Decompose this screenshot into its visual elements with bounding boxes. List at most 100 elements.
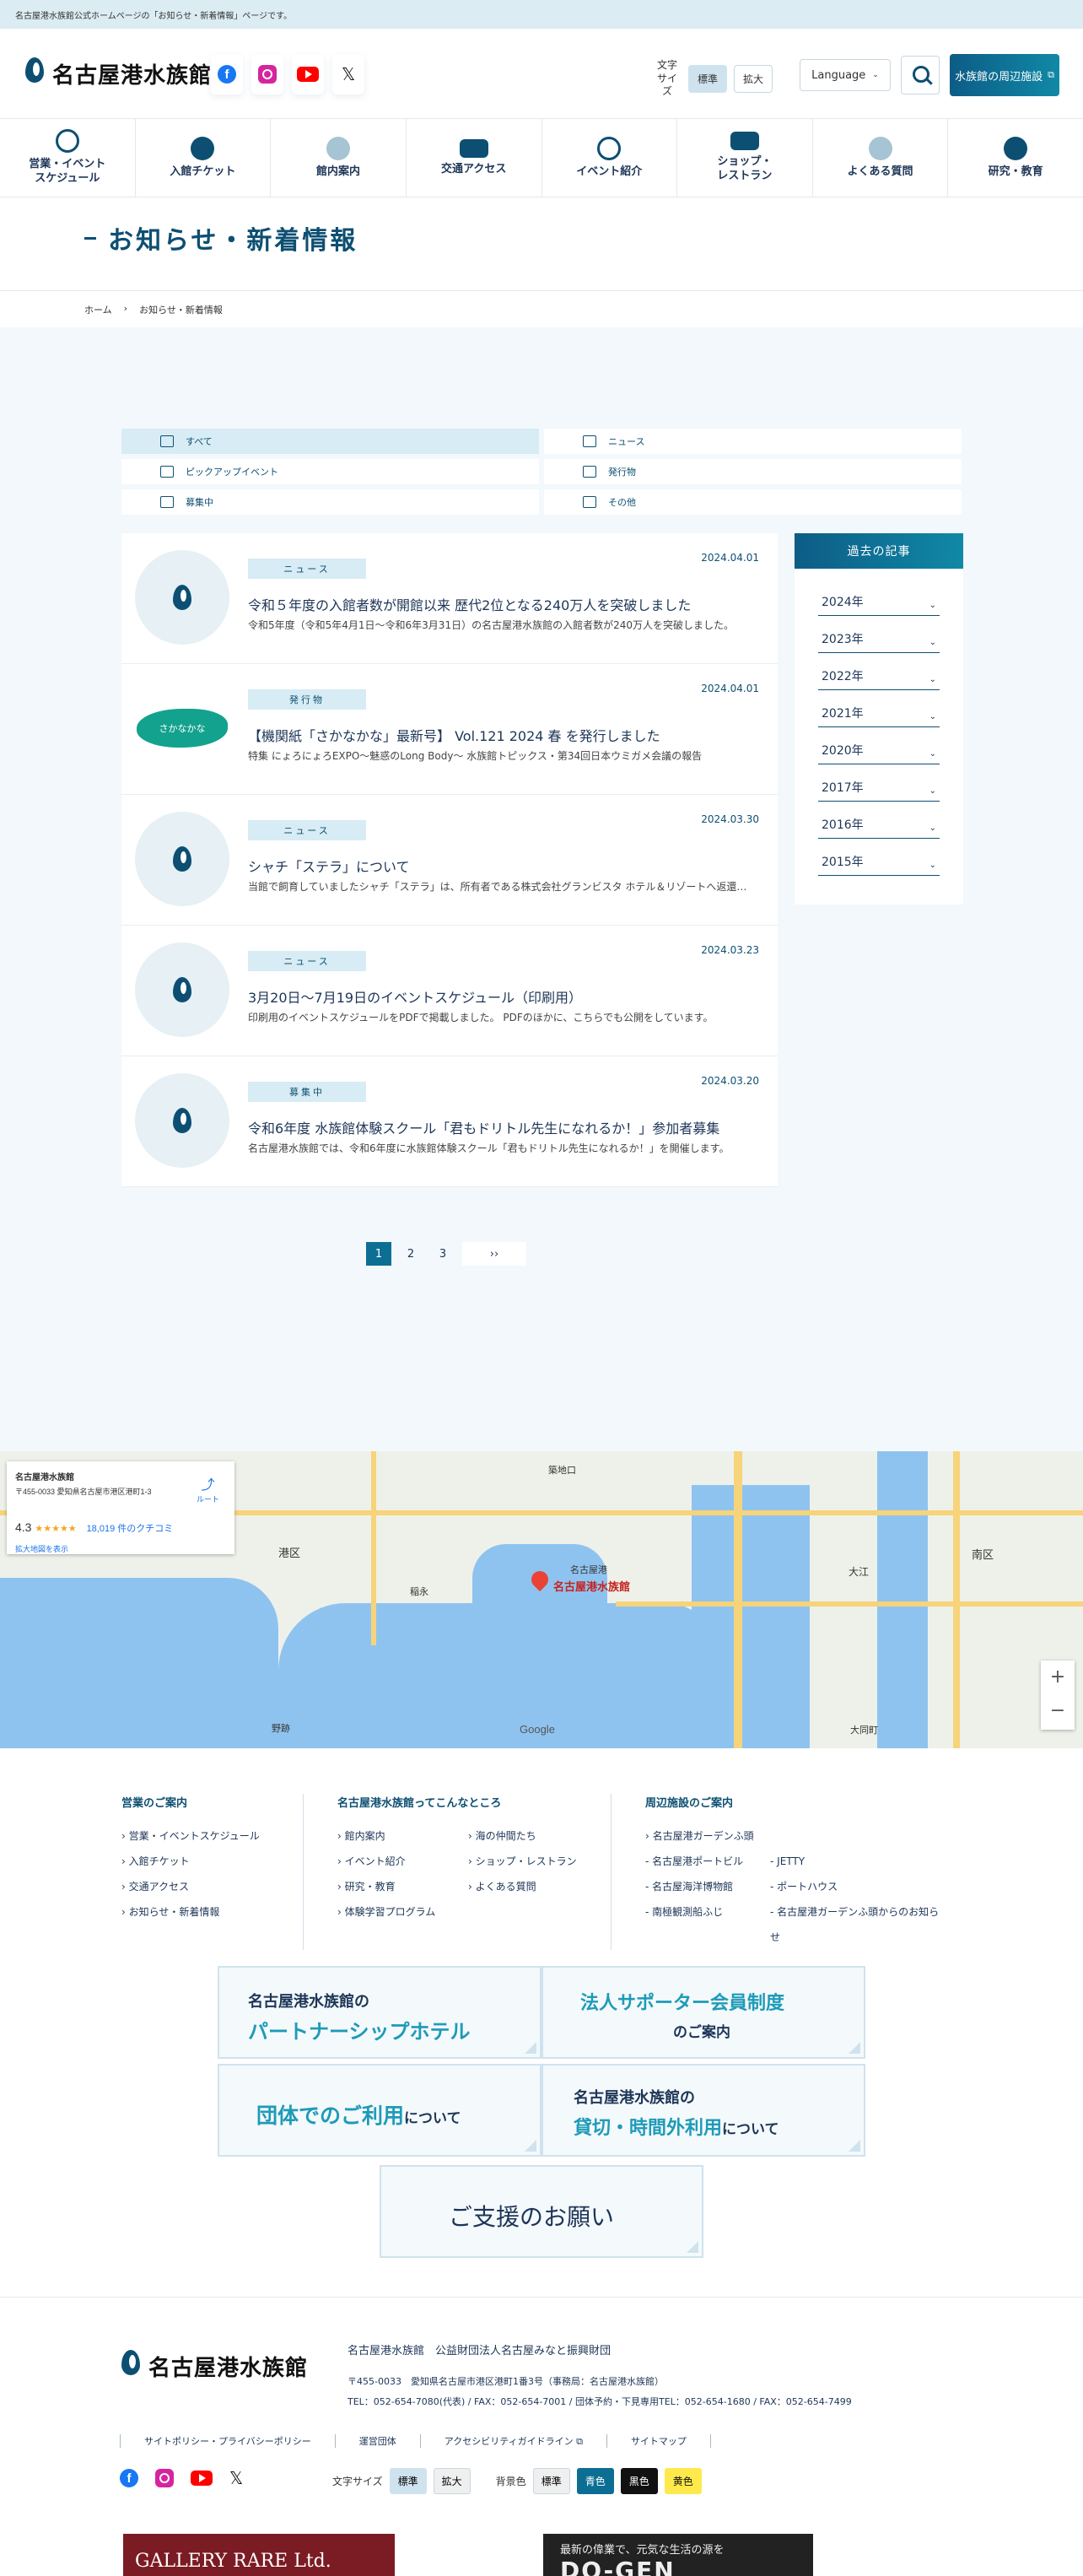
nav-item-access[interactable]: 交通アクセス bbox=[407, 119, 542, 197]
zoom-out-button[interactable]: − bbox=[1041, 1694, 1075, 1728]
news-description: 名古屋港水族館では、令和6年度に水族館体験スクール「君もドリトル先生になれるか！… bbox=[248, 1142, 730, 1154]
nav-item-schedule[interactable]: 営業・イベント スケジュール bbox=[0, 119, 136, 197]
filter-recruiting[interactable]: 募集中 bbox=[121, 489, 539, 515]
sitemap-link[interactable]: サイトマップ bbox=[631, 2436, 687, 2447]
map-search-icon bbox=[326, 136, 351, 160]
news-thumbnail: さかなかな bbox=[135, 681, 229, 775]
bg-blue-button[interactable]: 青色 bbox=[576, 2468, 614, 2494]
footer-youtube-link[interactable] bbox=[191, 2471, 213, 2486]
footer-link[interactable]: - 南極観測船ふじ bbox=[645, 1899, 770, 1950]
archive-year[interactable]: 2023年 ⌄ bbox=[818, 616, 940, 653]
news-item[interactable]: さかなかな 2024.04.01 発行物 【機関紙「さかなかな」最新号】 Vol… bbox=[121, 664, 778, 795]
chevron-down-icon: ⌄ bbox=[872, 71, 879, 79]
footer-facebook-link[interactable]: f bbox=[120, 2469, 138, 2487]
map-route-button[interactable]: ⤴ ルート bbox=[197, 1473, 219, 1504]
news-item[interactable]: 2024.03.20 募集中 令和6年度 水族館体験スクール「君もドリトル先生に… bbox=[121, 1056, 778, 1187]
filter-publications[interactable]: 発行物 bbox=[544, 459, 962, 484]
operator-link[interactable]: 運営団体 bbox=[359, 2436, 396, 2447]
bg-yellow-button[interactable]: 黄色 bbox=[664, 2468, 702, 2494]
footer-link[interactable]: - 名古屋港ガーデンふ頭からのお知らせ bbox=[770, 1899, 947, 1950]
banner-group-use[interactable]: 団体でのご利用について bbox=[218, 2064, 542, 2157]
nav-item-research[interactable]: 研究・教育 bbox=[948, 119, 1083, 197]
archive-year[interactable]: 2015年 ⌄ bbox=[818, 839, 940, 876]
archive-year[interactable]: 2024年 ⌄ bbox=[818, 579, 940, 616]
footer-link[interactable]: › 名古屋港ガーデンふ頭 bbox=[645, 1823, 770, 1849]
facebook-link[interactable]: f bbox=[211, 54, 243, 95]
instagram-link[interactable] bbox=[251, 54, 283, 95]
corner-arrow-icon bbox=[687, 2241, 698, 2253]
footer-link[interactable]: › お知らせ・新着情報 bbox=[121, 1899, 277, 1925]
site-logo[interactable]: 名古屋港水族館 bbox=[24, 57, 212, 89]
banner-donation[interactable]: ご支援のお願い bbox=[380, 2165, 703, 2258]
nav-item-tickets[interactable]: 入館チケット bbox=[136, 119, 272, 197]
chevron-down-icon: ⌄ bbox=[929, 675, 936, 684]
footer-link[interactable]: › イベント紹介 bbox=[337, 1849, 468, 1874]
font-size-standard-button[interactable]: 標準 bbox=[688, 64, 728, 93]
nav-item-shop[interactable]: ショップ・ レストラン bbox=[677, 119, 813, 197]
filter-other[interactable]: その他 bbox=[544, 489, 962, 515]
font-size-large-button[interactable]: 拡大 bbox=[734, 64, 773, 93]
footer-link[interactable]: - ポートハウス bbox=[770, 1874, 947, 1899]
filter-all[interactable]: すべて bbox=[121, 429, 539, 454]
youtube-icon bbox=[297, 67, 319, 82]
filter-pickup-event[interactable]: ピックアップイベント bbox=[121, 459, 539, 484]
zoom-in-button[interactable]: + bbox=[1041, 1661, 1075, 1694]
footer-x-link[interactable]: 𝕏 bbox=[229, 2468, 243, 2488]
footer-link[interactable]: › 海の仲間たち bbox=[468, 1823, 586, 1849]
bg-black-button[interactable]: 黒色 bbox=[620, 2468, 658, 2494]
page-1[interactable]: 1 bbox=[366, 1242, 391, 1266]
nav-item-guide[interactable]: 館内案内 bbox=[271, 119, 407, 197]
google-map[interactable]: 港区 稲永 築地口 名古屋港 大江 南区 野跡 大同町 名古屋港水族館 〒455… bbox=[0, 1451, 1083, 1748]
x-link[interactable]: 𝕏 bbox=[332, 54, 364, 95]
youtube-link[interactable] bbox=[292, 54, 324, 95]
footer-link[interactable]: › 交通アクセス bbox=[121, 1874, 277, 1899]
banner-private-use[interactable]: 名古屋港水族館の 貸切・時間外利用について bbox=[542, 2064, 865, 2157]
footer-logo[interactable]: 名古屋港水族館 bbox=[120, 2350, 308, 2382]
footer-link[interactable]: › 体験学習プログラム bbox=[337, 1899, 468, 1925]
next-page-button[interactable]: ›› bbox=[462, 1242, 526, 1266]
breadcrumb-home[interactable]: ホーム bbox=[84, 303, 112, 316]
footer-link[interactable]: › 営業・イベントスケジュール bbox=[121, 1823, 277, 1849]
nav-item-events[interactable]: イベント紹介 bbox=[542, 119, 678, 197]
banner-partnership-hotel[interactable]: 名古屋港水族館の パートナーシップホテル bbox=[218, 1966, 542, 2059]
filter-news[interactable]: ニュース bbox=[544, 429, 962, 454]
footer-instagram-link[interactable] bbox=[155, 2469, 174, 2487]
accessibility-link[interactable]: アクセシビリティガイドライン bbox=[445, 2436, 574, 2447]
nav-item-faq[interactable]: よくある質問 bbox=[813, 119, 949, 197]
archive-year[interactable]: 2017年 ⌄ bbox=[818, 764, 940, 802]
globe-icon bbox=[1004, 136, 1028, 160]
ad-gallery-rare[interactable]: GALLERY RARE Ltd. bbox=[123, 2534, 395, 2576]
site-footer: 名古屋港水族館 名古屋港水族館 公益財団法人名古屋みなと振興財団 〒455-00… bbox=[0, 2297, 1083, 2576]
footer-link[interactable]: - JETTY bbox=[770, 1849, 947, 1874]
map-reviews-link[interactable]: 18,019 件のクチコミ bbox=[87, 1524, 174, 1534]
footer-link[interactable]: › ショップ・レストラン bbox=[468, 1849, 586, 1874]
footer-link[interactable]: - 名古屋港ポートビル bbox=[645, 1849, 770, 1874]
site-policy-link[interactable]: サイトポリシー・プライバシーポリシー bbox=[144, 2436, 311, 2447]
ad-do-gen[interactable]: 最新の偉業で、元気な生活の源を DO-GEN bbox=[543, 2534, 813, 2576]
archive-year[interactable]: 2016年 ⌄ bbox=[818, 802, 940, 839]
archive-year[interactable]: 2022年 ⌄ bbox=[818, 653, 940, 690]
page-3[interactable]: 3 bbox=[430, 1242, 455, 1266]
news-item[interactable]: 2024.04.01 ニュース 令和５年度の入館者数が開館以来 歴代2位となる2… bbox=[121, 533, 778, 664]
language-select[interactable]: Language ⌄ bbox=[800, 59, 891, 91]
footer-font-standard[interactable]: 標準 bbox=[389, 2468, 427, 2494]
map-label: 名古屋港 bbox=[570, 1564, 607, 1575]
bg-standard-button[interactable]: 標準 bbox=[532, 2468, 570, 2494]
nearby-facilities-button[interactable]: 水族館の周辺施設 ⧉ bbox=[950, 54, 1059, 96]
footer-link[interactable]: › 館内案内 bbox=[337, 1823, 468, 1849]
archive-year[interactable]: 2021年 ⌄ bbox=[818, 690, 940, 727]
search-button[interactable] bbox=[901, 56, 940, 95]
news-item[interactable]: 2024.03.30 ニュース シャチ「ステラ」について 当館で飼育していました… bbox=[121, 795, 778, 926]
map-zoom-control: + − bbox=[1041, 1661, 1075, 1730]
news-tag: ニュース bbox=[248, 820, 366, 840]
footer-link[interactable]: › 入館チケット bbox=[121, 1849, 277, 1874]
banner-corporate-supporter[interactable]: 法人サポーター会員制度 のご案内 bbox=[542, 1966, 865, 2059]
news-item[interactable]: 2024.03.23 ニュース 3月20日〜7月19日のイベントスケジュール（印… bbox=[121, 926, 778, 1056]
footer-font-large[interactable]: 拡大 bbox=[433, 2468, 471, 2494]
footer-link[interactable]: - 名古屋海洋博物館 bbox=[645, 1874, 770, 1899]
footer-link[interactable]: › よくある質問 bbox=[468, 1874, 586, 1899]
map-enlarge-link[interactable]: 拡大地図を表示 bbox=[15, 1543, 226, 1554]
footer-link[interactable]: › 研究・教育 bbox=[337, 1874, 468, 1899]
archive-year[interactable]: 2020年 ⌄ bbox=[818, 727, 940, 764]
page-2[interactable]: 2 bbox=[398, 1242, 423, 1266]
